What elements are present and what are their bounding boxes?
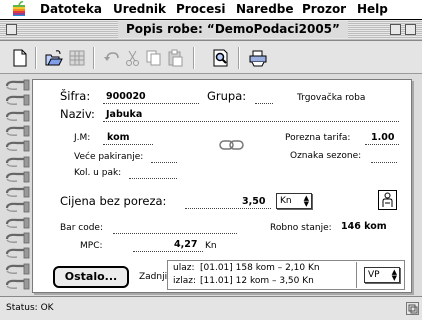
new-document-icon[interactable] — [11, 49, 29, 67]
menu-datoteka[interactable]: Datoteka — [40, 2, 102, 17]
binder-ring — [5, 110, 30, 121]
person-info-button[interactable] — [378, 190, 397, 210]
binder-ring — [5, 278, 30, 290]
sifra-field[interactable]: 900020 — [106, 90, 146, 104]
copy-icon — [146, 50, 161, 66]
preview-icon[interactable] — [212, 49, 230, 67]
paste-icon — [168, 49, 183, 67]
izlaz-label: izlaz: — [173, 276, 196, 286]
status-text: Status: OK — [6, 303, 54, 313]
binder-ring — [5, 171, 30, 183]
binder-ring — [5, 125, 30, 137]
menu-help[interactable]: Help — [357, 2, 388, 17]
currency-select[interactable]: Kn ▲ ▼ — [276, 193, 312, 209]
zoom-box[interactable] — [390, 24, 401, 35]
toolbar — [0, 41, 422, 74]
collapse-box[interactable] — [405, 24, 416, 35]
robno-stanje-label: Robno stanje: — [270, 223, 332, 233]
apple-menu-icon[interactable] — [11, 1, 27, 17]
cijena-label: Cijena bez poreza: — [60, 194, 167, 208]
binder-rings — [5, 78, 33, 298]
binder-ring — [5, 217, 30, 229]
menu-prozor[interactable]: Prozor — [302, 2, 346, 17]
oznaka-sezone-label: Oznaka sezone: — [290, 151, 362, 161]
open-folder-icon[interactable] — [45, 49, 63, 67]
grupa-label: Grupa: — [207, 89, 247, 103]
menu-procesi[interactable]: Procesi — [176, 2, 225, 17]
price-type-value: VP — [368, 270, 380, 280]
close-box[interactable] — [6, 24, 17, 35]
barcode-label: Bar code: — [60, 223, 103, 233]
binder-ring — [5, 186, 30, 198]
izlaz-value: [11.01] 12 kom – 3,50 Kn — [200, 276, 314, 286]
binder-ring — [5, 94, 30, 106]
porezna-label: Porezna tarifa: — [285, 133, 351, 143]
naziv-field[interactable]: Jabuka — [106, 108, 142, 122]
updown-arrow-icon: ▲ ▼ — [391, 268, 397, 282]
resize-grip-icon[interactable] — [406, 302, 419, 315]
ostalo-button[interactable]: Ostalo... — [53, 266, 129, 288]
kol-u-pak-label: Kol. u pak: — [74, 168, 122, 178]
status-bar: Status: OK — [0, 296, 422, 320]
ulaz-value: [01.01] 158 kom – 2,10 Kn — [200, 263, 320, 273]
jm-label: J.M: — [74, 133, 91, 143]
jm-field[interactable]: kom — [107, 131, 130, 145]
naziv-label: Naziv: — [60, 107, 95, 121]
robno-stanje-value: 146 kom — [341, 221, 387, 232]
binder-ring — [5, 79, 30, 91]
print-icon[interactable] — [249, 49, 267, 67]
binder-ring — [5, 247, 30, 259]
grupa-name: Trgovačka roba — [297, 93, 366, 103]
mpc-unit: Kn — [205, 241, 217, 251]
binder-ring — [5, 232, 30, 244]
binder-ring — [5, 263, 30, 274]
ulaz-label: ulaz: — [173, 263, 195, 273]
item-card: Šifra: 900020 Grupa: Trgovačka roba Nazi… — [32, 79, 412, 293]
window-title: Popis robe: “DemoPodaci2005” — [118, 21, 348, 38]
updown-arrow-icon: ▲ ▼ — [303, 194, 309, 208]
price-type-select[interactable]: VP ▲ ▼ — [364, 267, 400, 283]
binder-ring — [5, 156, 30, 167]
person-icon — [382, 192, 393, 207]
link-icon[interactable] — [219, 138, 245, 152]
sifra-label: Šifra: — [60, 89, 91, 103]
binder-ring — [5, 140, 30, 152]
cut-icon — [126, 50, 139, 66]
binder-ring — [5, 201, 30, 213]
zadnji-label: Zadnji — [139, 272, 168, 282]
menu-urednik[interactable]: Urednik — [113, 2, 166, 17]
window-title-bar[interactable]: Popis robe: “DemoPodaci2005” — [0, 20, 422, 41]
currency-value: Kn — [280, 196, 292, 206]
menu-naredbe[interactable]: Naredbe — [236, 2, 294, 17]
menu-bar: Datoteka Urednik Procesi Naredbe Prozor … — [0, 0, 422, 20]
undo-icon — [104, 52, 119, 61]
mpc-value: 4,27 — [174, 239, 198, 250]
mpc-label: MPC: — [80, 241, 103, 251]
cijena-field[interactable]: 3,50 — [242, 195, 265, 209]
vece-pakiranje-label: Veće pakiranje: — [74, 152, 144, 162]
grid-icon — [69, 50, 85, 66]
last-transactions-box: ulaz: [01.01] 158 kom – 2,10 Kn izlaz: [… — [167, 260, 405, 290]
porezna-field[interactable]: 1.00 — [371, 131, 394, 145]
